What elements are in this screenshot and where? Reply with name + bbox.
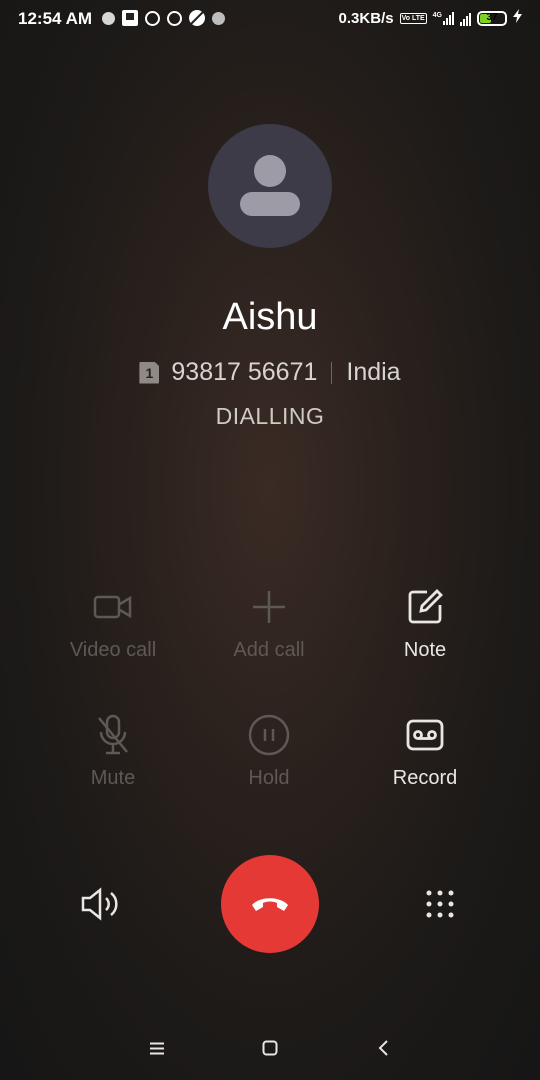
phone-number: 93817 56671 xyxy=(171,358,318,386)
dot-notification-icon xyxy=(102,11,115,25)
app-notification-icon-2 xyxy=(167,10,182,26)
note-button[interactable]: Note xyxy=(350,585,500,662)
navigation-bar xyxy=(0,1025,540,1070)
sim-icon: 1 xyxy=(139,361,160,384)
record-button[interactable]: Record xyxy=(350,713,500,790)
contact-name: Aishu xyxy=(222,296,318,338)
charging-icon xyxy=(513,9,522,28)
mute-label: Mute xyxy=(90,767,136,789)
add-call-button[interactable]: Add call xyxy=(194,585,344,662)
menu-icon xyxy=(150,1042,164,1054)
screen-notification-icon xyxy=(122,10,138,26)
speaker-button[interactable] xyxy=(78,884,124,924)
dialpad-button[interactable] xyxy=(420,884,460,924)
blocked-icon xyxy=(189,10,205,26)
speaker-icon xyxy=(81,887,118,921)
plus-icon xyxy=(194,585,344,629)
signal-icon xyxy=(460,12,471,26)
volte-badge: Vo LTE xyxy=(399,13,427,24)
note-label: Note xyxy=(403,639,447,661)
app-notification-icon xyxy=(145,10,160,26)
menu-nav-button[interactable] xyxy=(144,1035,170,1061)
video-camera-icon xyxy=(38,585,188,629)
dot-notification-icon-2 xyxy=(212,11,225,25)
location: India xyxy=(346,358,401,386)
dialpad-icon xyxy=(426,890,454,918)
hold-label: Hold xyxy=(248,767,290,789)
mute-button[interactable]: Mute xyxy=(38,713,188,790)
number-row: 1 93817 56671 India xyxy=(0,358,540,387)
status-time: 12:54 AM xyxy=(18,9,93,28)
notification-icons xyxy=(102,10,225,26)
add-call-label: Add call xyxy=(233,639,305,661)
hang-up-icon xyxy=(252,898,288,911)
hold-button[interactable]: Hold xyxy=(194,713,344,790)
signal-4g-icon: 4G xyxy=(433,12,454,25)
video-call-button[interactable]: Video call xyxy=(38,585,188,662)
back-icon xyxy=(378,1040,388,1056)
status-bar: 12:54 AM 0.3KB/s Vo LTE 4G 37 xyxy=(0,0,540,38)
mic-off-icon xyxy=(38,713,188,757)
call-status: DIALLING xyxy=(215,403,325,429)
divider xyxy=(331,361,333,384)
home-icon xyxy=(262,1040,278,1056)
status-right: 0.3KB/s Vo LTE 4G 37 xyxy=(339,9,522,28)
contact-avatar xyxy=(208,124,332,248)
pause-icon xyxy=(194,713,344,757)
battery-icon: 37 xyxy=(477,11,507,26)
battery-level: 37 xyxy=(486,12,498,23)
back-nav-button[interactable] xyxy=(371,1035,397,1061)
home-nav-button[interactable] xyxy=(257,1035,283,1061)
end-call-button[interactable] xyxy=(221,855,319,953)
note-icon xyxy=(350,585,500,629)
record-icon xyxy=(350,713,500,757)
net-speed: 0.3KB/s xyxy=(338,10,394,27)
person-icon xyxy=(254,155,286,187)
video-call-label: Video call xyxy=(69,639,157,661)
record-label: Record xyxy=(392,767,458,789)
